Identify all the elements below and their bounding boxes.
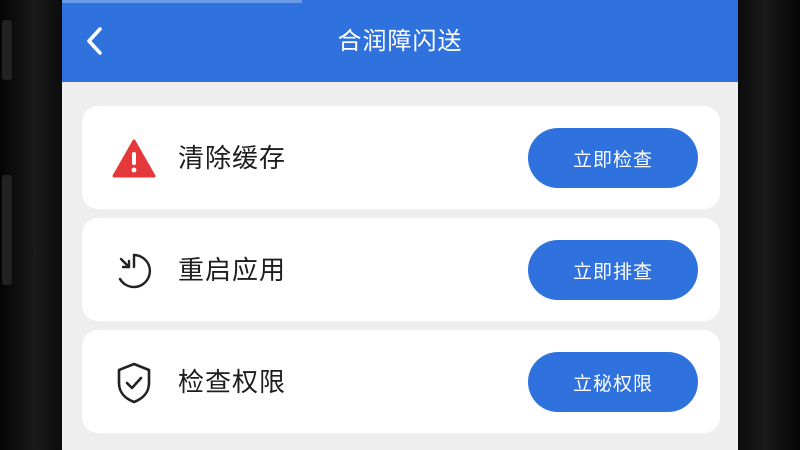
- permissions-button[interactable]: 立秘权限: [528, 352, 698, 412]
- action-list: 清除缓存 立即检查 重启应用 立即排查 检查权限 立秘权限: [82, 106, 720, 442]
- app-screen: 合润障闪送 清除缓存 立即检查 重启应用 立即排查 检查权限 立秘权限: [62, 0, 738, 450]
- list-item-check-permissions: 检查权限 立秘权限: [82, 330, 720, 433]
- troubleshoot-now-button[interactable]: 立即排查: [528, 240, 698, 300]
- item-label: 重启应用: [178, 256, 287, 286]
- device-side-button: [2, 20, 12, 80]
- shield-check-icon: [112, 361, 156, 405]
- device-side-button: [2, 175, 12, 285]
- check-now-button[interactable]: 立即检查: [528, 128, 698, 188]
- item-label: 检查权限: [178, 368, 287, 398]
- device-bezel-right: [738, 0, 800, 450]
- list-item-restart-app: 重启应用 立即排查: [82, 218, 720, 321]
- device-bezel-left: [0, 0, 62, 450]
- nav-header: 合润障闪送: [62, 0, 738, 82]
- warning-triangle-icon: [112, 137, 156, 181]
- status-bar: [62, 0, 738, 4]
- restart-timer-icon: [112, 249, 156, 293]
- list-item-clear-cache: 清除缓存 立即检查: [82, 106, 720, 209]
- item-label: 清除缓存: [178, 144, 287, 174]
- page-title: 合润障闪送: [337, 27, 463, 55]
